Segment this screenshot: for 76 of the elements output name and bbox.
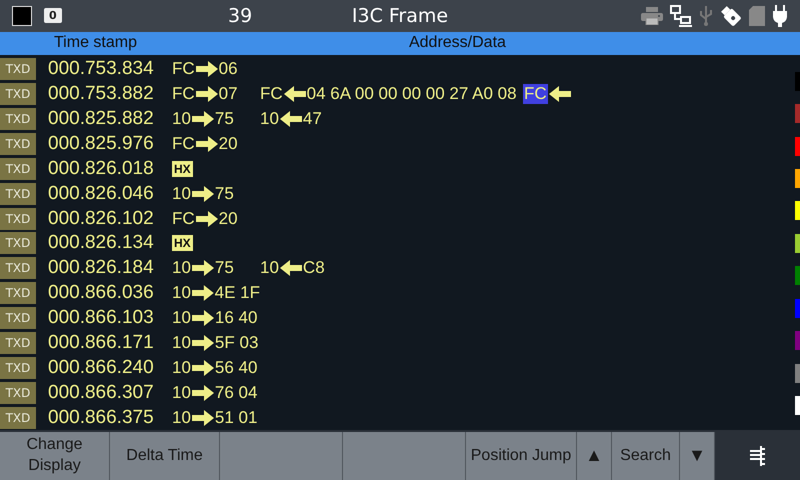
direction-tag: TXD xyxy=(0,58,36,80)
column-header: Time stamp xyxy=(54,34,137,52)
data-bytes: 5F 03 xyxy=(214,333,258,354)
hx-badge: HX xyxy=(172,235,193,252)
address: FC xyxy=(172,84,195,104)
direction-tag: TXD xyxy=(0,108,36,130)
address: FC xyxy=(172,208,195,229)
window-title: I3C Frame xyxy=(352,4,448,27)
timestamp: 000.866.103 xyxy=(48,307,155,330)
address: 10 xyxy=(172,408,191,428)
direction-tag: TXD xyxy=(0,382,36,404)
data-bytes: 76 04 xyxy=(214,382,258,403)
timestamp: 000.753.834 xyxy=(48,58,155,80)
timestamp: 000.753.882 xyxy=(48,83,155,106)
address: 10 xyxy=(260,109,279,130)
soft-key[interactable]: Position Jump xyxy=(466,432,577,480)
data-bytes: 16 40 xyxy=(214,308,258,328)
address: FC xyxy=(260,84,283,104)
data-bytes: 75 xyxy=(214,258,234,278)
address: FC xyxy=(523,84,548,104)
data-bytes: 07 xyxy=(218,84,238,104)
mode-badge: 0 xyxy=(44,8,62,24)
direction-tag: TXD xyxy=(0,332,36,354)
data-bytes: 47 xyxy=(302,109,322,130)
address: FC xyxy=(172,134,195,154)
direction-tag: TXD xyxy=(0,282,36,304)
direction-tag: TXD xyxy=(0,307,36,330)
data-bytes: 06 xyxy=(218,59,238,80)
timestamp: 000.866.171 xyxy=(48,332,155,354)
data-bytes: 51 01 xyxy=(214,408,258,428)
soft-key[interactable]: Change Display xyxy=(0,432,110,480)
address: 10 xyxy=(172,308,191,328)
soft-key[interactable]: ▲ xyxy=(577,432,612,480)
timestamp: 000.866.375 xyxy=(48,406,155,429)
direction-tag: TXD xyxy=(0,232,36,254)
direction-tag: TXD xyxy=(0,132,36,155)
address: 10 xyxy=(172,109,191,130)
data-bytes: 20 xyxy=(218,134,238,154)
address: 10 xyxy=(172,382,191,403)
address: 10 xyxy=(172,283,191,304)
data-bytes: 56 40 xyxy=(214,358,258,378)
data-bytes: C8 xyxy=(302,258,325,278)
timestamp: 000.825.882 xyxy=(48,108,155,130)
frame-count: 39 xyxy=(228,4,252,27)
direction-tag: TXD xyxy=(0,356,36,379)
soft-key[interactable]: Search xyxy=(612,432,680,480)
data-bytes: 20 xyxy=(218,208,238,229)
address: 10 xyxy=(260,258,279,278)
address: 10 xyxy=(172,333,191,354)
timestamp: 000.826.018 xyxy=(48,158,155,180)
direction-tag: TXD xyxy=(0,182,36,205)
timestamp: 000.826.184 xyxy=(48,257,155,280)
hx-badge: HX xyxy=(172,160,193,177)
timestamp: 000.866.240 xyxy=(48,356,155,379)
timestamp: 000.825.976 xyxy=(48,132,155,155)
address: 10 xyxy=(172,258,191,278)
address: FC xyxy=(172,59,195,80)
data-bytes: 75 xyxy=(214,109,234,130)
direction-tag: TXD xyxy=(0,208,36,230)
address: 10 xyxy=(172,358,191,378)
address: 10 xyxy=(172,184,191,204)
direction-tag: TXD xyxy=(0,406,36,429)
direction-tag: TXD xyxy=(0,257,36,280)
soft-key[interactable]: ▼ xyxy=(680,432,715,480)
timestamp: 000.826.046 xyxy=(48,182,155,205)
timestamp: 000.866.036 xyxy=(48,282,155,304)
data-bytes: 04 6A 00 00 00 00 27 A0 08 xyxy=(306,84,517,104)
direction-tag: TXD xyxy=(0,158,36,180)
timestamp: 000.826.134 xyxy=(48,232,155,254)
column-header: Address/Data xyxy=(408,34,506,52)
timestamp: 000.866.307 xyxy=(48,382,155,404)
data-bytes: 4E 1F xyxy=(214,283,260,304)
direction-tag: TXD xyxy=(0,83,36,106)
soft-key[interactable]: Delta Time xyxy=(110,432,220,480)
data-bytes: 75 xyxy=(214,184,234,204)
timestamp: 000.826.102 xyxy=(48,208,155,230)
